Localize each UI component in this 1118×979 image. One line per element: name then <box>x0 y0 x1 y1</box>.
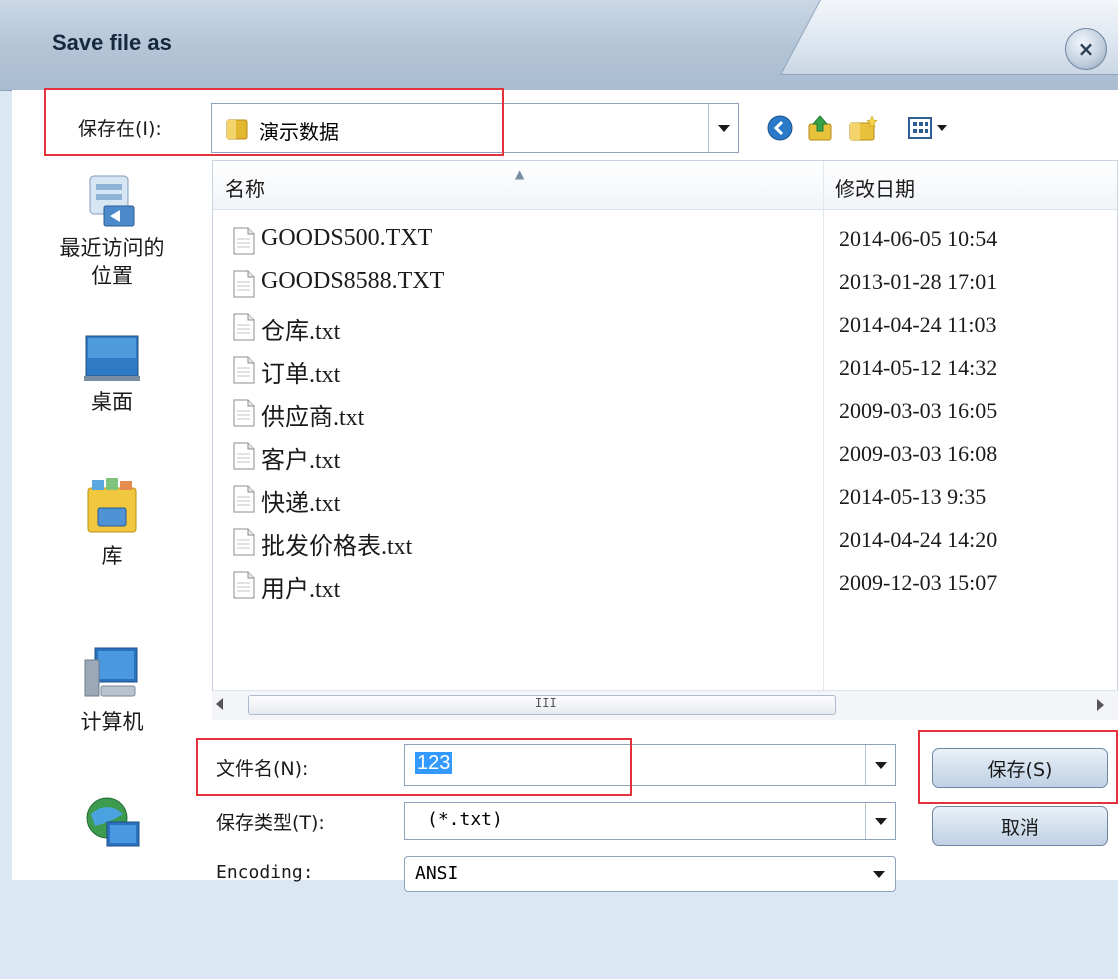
chevron-down-icon <box>874 817 887 825</box>
text-file-icon <box>233 356 255 384</box>
filetype-value: (*.txt) <box>427 809 503 830</box>
scrollbar-grip: III <box>535 696 557 710</box>
file-modified-date: 2013-01-28 17:01 <box>839 269 998 294</box>
cancel-button[interactable]: 取消 <box>932 806 1108 846</box>
file-modified-date: 2014-04-24 11:03 <box>839 312 997 337</box>
file-row[interactable]: 客户.txt 2009-03-03 16:08 <box>213 434 1117 477</box>
sort-ascending-icon: ▲ <box>515 167 525 181</box>
dialog-title: Save file as <box>52 30 172 55</box>
file-name: GOODS500.TXT <box>261 225 433 251</box>
libraries-icon <box>87 478 137 533</box>
file-list-header: 名称 ▲ 修改日期 <box>213 161 1117 210</box>
filetype-label: 保存类型(T): <box>216 812 325 834</box>
new-folder-button[interactable] <box>848 113 878 143</box>
computer-icon <box>84 647 138 697</box>
file-modified-date: 2009-03-03 16:05 <box>839 398 998 423</box>
text-file-icon <box>233 528 255 556</box>
horizontal-scrollbar[interactable]: III <box>212 690 1118 720</box>
filename-input[interactable]: 123 <box>404 744 896 786</box>
column-header-name[interactable]: 名称 <box>225 173 265 202</box>
file-name: 快递.txt <box>261 491 341 517</box>
encoding-dropdown[interactable]: ANSI <box>404 856 896 892</box>
encoding-label: Encoding: <box>216 862 314 883</box>
chevron-down-icon <box>874 761 887 769</box>
encoding-value: ANSI <box>415 863 459 884</box>
folder-icon <box>226 119 248 140</box>
back-icon <box>767 115 793 141</box>
desktop-icon <box>84 335 140 381</box>
chevron-down-icon <box>717 124 730 132</box>
column-header-modified[interactable]: 修改日期 <box>835 173 915 202</box>
filename-dropdown-button[interactable] <box>865 745 895 785</box>
up-folder-button[interactable] <box>805 113 835 143</box>
text-file-icon <box>233 270 255 298</box>
text-file-icon <box>233 442 255 470</box>
file-name: 批发价格表.txt <box>261 534 413 560</box>
file-modified-date: 2009-03-03 16:08 <box>839 441 998 466</box>
place-recent[interactable]: 最近访问的 位置 <box>12 170 212 290</box>
back-button[interactable] <box>765 113 795 143</box>
file-row[interactable]: 快递.txt 2014-05-13 9:35 <box>213 477 1117 520</box>
new-folder-icon <box>849 115 878 141</box>
save-in-dropdown-button[interactable] <box>708 104 738 152</box>
places-bar: 最近访问的 位置 桌面 库 计算机 <box>12 160 212 880</box>
place-computer-label: 计算机 <box>80 710 144 734</box>
text-file-icon <box>233 485 255 513</box>
file-name: 用户.txt <box>261 577 341 603</box>
file-name: 客户.txt <box>261 448 341 474</box>
file-name: 仓库.txt <box>261 319 341 345</box>
cancel-button-label: 取消 <box>1000 816 1039 839</box>
filename-value[interactable]: 123 <box>415 752 453 774</box>
file-row[interactable]: 供应商.txt 2009-03-03 16:05 <box>213 391 1117 434</box>
file-modified-date: 2009-12-03 15:07 <box>839 570 998 595</box>
file-modified-date: 2014-06-05 10:54 <box>839 226 998 251</box>
title-bar: Save file as × <box>0 0 1118 91</box>
save-in-dropdown[interactable]: 演示数据 <box>211 103 739 153</box>
text-file-icon <box>233 571 255 599</box>
place-recent-label-1: 最近访问的 <box>59 236 165 260</box>
filetype-dropdown[interactable]: (*.txt) <box>404 802 896 840</box>
file-name: GOODS8588.TXT <box>261 268 445 294</box>
file-modified-date: 2014-05-12 14:32 <box>839 355 998 380</box>
up-folder-icon <box>808 115 832 141</box>
file-row[interactable]: 批发价格表.txt 2014-04-24 14:20 <box>213 520 1117 563</box>
place-libraries-label: 库 <box>101 544 123 568</box>
scroll-right-arrow-icon[interactable] <box>1097 699 1104 711</box>
file-row[interactable]: GOODS500.TXT 2014-06-05 10:54 <box>213 219 1117 262</box>
file-row[interactable]: GOODS8588.TXT 2013-01-28 17:01 <box>213 262 1117 305</box>
file-modified-date: 2014-04-24 14:20 <box>839 527 998 552</box>
view-menu-button[interactable] <box>905 113 955 143</box>
close-icon: × <box>1077 37 1095 61</box>
chevron-down-icon <box>873 871 885 878</box>
place-network[interactable] <box>12 792 212 858</box>
close-button[interactable]: × <box>1065 28 1107 70</box>
view-menu-icon <box>908 117 947 139</box>
save-button-label: 保存(S) <box>987 758 1053 781</box>
save-file-dialog: Save file as × 保存在(I): 演示数据 最近访问的 位置 桌面 … <box>0 0 1118 979</box>
file-row[interactable]: 用户.txt 2009-12-03 15:07 <box>213 563 1117 606</box>
text-file-icon <box>233 399 255 427</box>
file-name: 供应商.txt <box>261 405 365 431</box>
filename-label: 文件名(N): <box>216 758 309 780</box>
text-file-icon <box>233 313 255 341</box>
place-desktop-label: 桌面 <box>91 390 133 414</box>
file-list[interactable]: 名称 ▲ 修改日期 GOODS500.TXT 2014-06-05 10:54 GO… <box>212 160 1118 720</box>
scroll-left-arrow-icon[interactable] <box>216 698 223 710</box>
save-button[interactable]: 保存(S) <box>932 748 1108 788</box>
current-folder-name: 演示数据 <box>259 120 339 144</box>
file-row[interactable]: 订单.txt 2014-05-12 14:32 <box>213 348 1117 391</box>
save-in-label: 保存在(I): <box>78 118 162 140</box>
recent-places-icon <box>89 175 135 227</box>
network-icon <box>86 797 140 847</box>
place-desktop[interactable]: 桌面 <box>12 332 212 416</box>
place-recent-label-2: 位置 <box>91 264 133 288</box>
scrollbar-thumb[interactable]: III <box>248 695 836 715</box>
place-libraries[interactable]: 库 <box>12 472 212 570</box>
place-computer[interactable]: 计算机 <box>12 644 212 736</box>
text-file-icon <box>233 227 255 255</box>
file-name: 订单.txt <box>261 362 341 388</box>
file-row[interactable]: 仓库.txt 2014-04-24 11:03 <box>213 305 1117 348</box>
file-modified-date: 2014-05-13 9:35 <box>839 484 987 509</box>
filetype-dropdown-button[interactable] <box>865 803 895 839</box>
